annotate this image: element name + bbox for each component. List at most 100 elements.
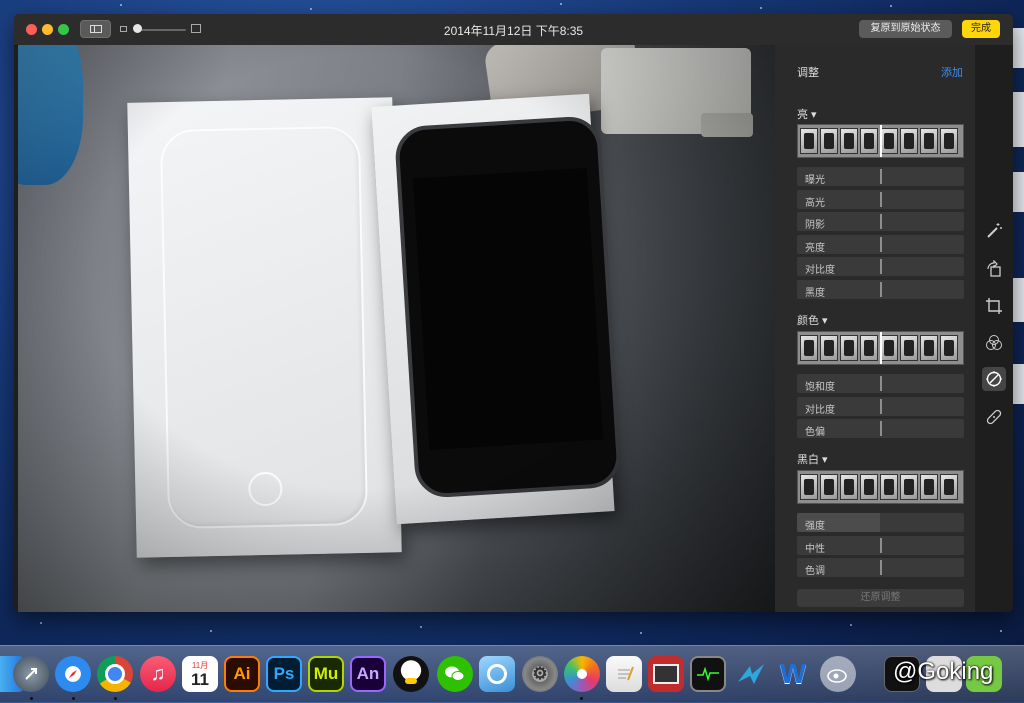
slider-mark [880, 538, 882, 553]
color-filmstrip[interactable] [797, 331, 964, 365]
slider-contrast[interactable]: 对比度 [797, 257, 964, 276]
slider-mark [880, 237, 882, 252]
dock-lark[interactable] [733, 656, 769, 692]
rotate-icon[interactable] [982, 257, 1006, 281]
slider-brightness[interactable]: 亮度 [797, 235, 964, 254]
slider-mark [880, 169, 882, 184]
slider-tone[interactable]: 色调 [797, 558, 964, 577]
panel-title: 调整 [797, 67, 819, 79]
title-bar: 2014年11月12日 下午8:35 复原到原始状态 完成 [14, 14, 1013, 46]
add-button[interactable]: 添加 [941, 64, 963, 80]
slider-color-contrast[interactable]: 对比度 [797, 397, 964, 416]
slider-mark [880, 192, 882, 207]
dock-qq[interactable] [393, 656, 429, 692]
retouch-icon[interactable] [982, 405, 1006, 429]
crop-icon[interactable] [982, 294, 1006, 318]
dock-activity-monitor[interactable] [690, 656, 726, 692]
rocket-icon [25, 668, 37, 680]
running-indicator [72, 697, 75, 700]
bird-icon [738, 664, 764, 684]
magic-wand-icon[interactable] [982, 219, 1006, 243]
dock-launchpad[interactable] [13, 656, 49, 692]
slider-label: 亮度 [805, 243, 825, 254]
edit-tools-strip [975, 45, 1013, 612]
slider-black-point[interactable]: 黑度 [797, 280, 964, 299]
photo-canvas[interactable] [18, 45, 775, 612]
slider-label: 中性 [805, 544, 825, 555]
desktop-item-fragment [1013, 364, 1024, 404]
running-indicator [30, 697, 33, 700]
dock-weibo-logo[interactable] [820, 656, 856, 692]
watermark: @Goking [893, 658, 994, 685]
section-light-header[interactable]: 亮 ▾ [797, 106, 817, 122]
photos-edit-window: 2014年11月12日 下午8:35 复原到原始状态 完成 调整 添加 亮 ▾ … [14, 14, 1013, 612]
slider-label: 高光 [805, 198, 825, 209]
slider-label: 饱和度 [805, 382, 835, 393]
dock-system-preferences[interactable]: ⚙ [522, 656, 558, 692]
running-indicator [114, 697, 117, 700]
calendar-day: 11 [191, 670, 209, 689]
slider-highlights[interactable]: 高光 [797, 190, 964, 209]
bw-filmstrip[interactable] [797, 470, 964, 504]
photo-strip-icon [653, 664, 679, 684]
light-filmstrip[interactable] [797, 124, 964, 158]
dock-chrome[interactable] [97, 656, 133, 692]
section-color-header[interactable]: 颜色 ▾ [797, 312, 828, 328]
magnifier-icon [487, 664, 507, 684]
dock: ♫ 11月 11 Ai Ps Mu An ⚙ W [0, 645, 1024, 703]
slider-mark [880, 560, 882, 575]
slider-exposure[interactable]: 曝光 [797, 167, 964, 186]
dock-calendar[interactable]: 11月 11 [182, 656, 218, 692]
dock-wechat[interactable] [437, 656, 473, 692]
weibo-icon [827, 669, 847, 683]
desktop-item-fragment [1013, 172, 1024, 212]
slider-label: 黑度 [805, 288, 825, 299]
dock-muse[interactable]: Mu [308, 656, 344, 692]
color-playhead[interactable] [880, 332, 882, 364]
filters-icon[interactable] [982, 331, 1006, 355]
compass-icon [69, 670, 77, 678]
dock-preview[interactable] [479, 656, 515, 692]
slider-label: 对比度 [805, 405, 835, 416]
music-note-icon: ♫ [150, 662, 166, 685]
dock-animate[interactable]: An [350, 656, 386, 692]
done-button[interactable]: 完成 [962, 20, 1000, 38]
dock-photoshop[interactable]: Ps [266, 656, 302, 692]
dock-textedit[interactable] [606, 656, 642, 692]
slider-shadows[interactable]: 阴影 [797, 212, 964, 231]
slider-label: 色调 [805, 566, 825, 577]
slider-mark [880, 376, 882, 391]
slider-saturation[interactable]: 饱和度 [797, 374, 964, 393]
photos-flower-icon [577, 669, 587, 679]
slider-neutrals[interactable]: 中性 [797, 536, 964, 555]
slider-mark [880, 282, 882, 297]
light-playhead[interactable] [880, 125, 882, 157]
slider-label: 强度 [805, 521, 825, 532]
desktop-item-fragment [1013, 28, 1024, 68]
pen-icon [618, 666, 634, 681]
adjust-panel: 调整 添加 亮 ▾ 曝光 高光 阴影 亮度 对比度 黑度 颜色 ▾ 饱和度 对比… [775, 45, 975, 612]
adjust-icon[interactable] [982, 367, 1006, 391]
dock-illustrator[interactable]: Ai [224, 656, 260, 692]
qq-penguin-icon [405, 678, 417, 684]
chat-bubbles-icon [445, 666, 465, 681]
slider-label: 阴影 [805, 220, 825, 231]
dock-photos[interactable] [564, 656, 600, 692]
photo-vignette [18, 45, 775, 612]
running-indicator [580, 697, 583, 700]
slider-cast[interactable]: 色偏 [797, 419, 964, 438]
dock-itunes[interactable]: ♫ [140, 656, 176, 692]
slider-mark [880, 421, 882, 436]
reset-adjustments-button[interactable]: 还原调整 [797, 589, 964, 607]
gear-icon: ⚙ [532, 664, 548, 683]
slider-label: 色偏 [805, 427, 825, 438]
dock-word[interactable]: W [775, 656, 811, 692]
dock-photo-booth[interactable] [648, 656, 684, 692]
desktop-item-fragment [1013, 278, 1024, 322]
revert-to-original-button[interactable]: 复原到原始状态 [859, 20, 952, 38]
slider-mark [880, 259, 882, 274]
slider-label: 曝光 [805, 175, 825, 186]
slider-intensity[interactable]: 强度 [797, 513, 964, 532]
section-bw-header[interactable]: 黑白 ▾ [797, 451, 828, 467]
dock-safari[interactable] [55, 656, 91, 692]
